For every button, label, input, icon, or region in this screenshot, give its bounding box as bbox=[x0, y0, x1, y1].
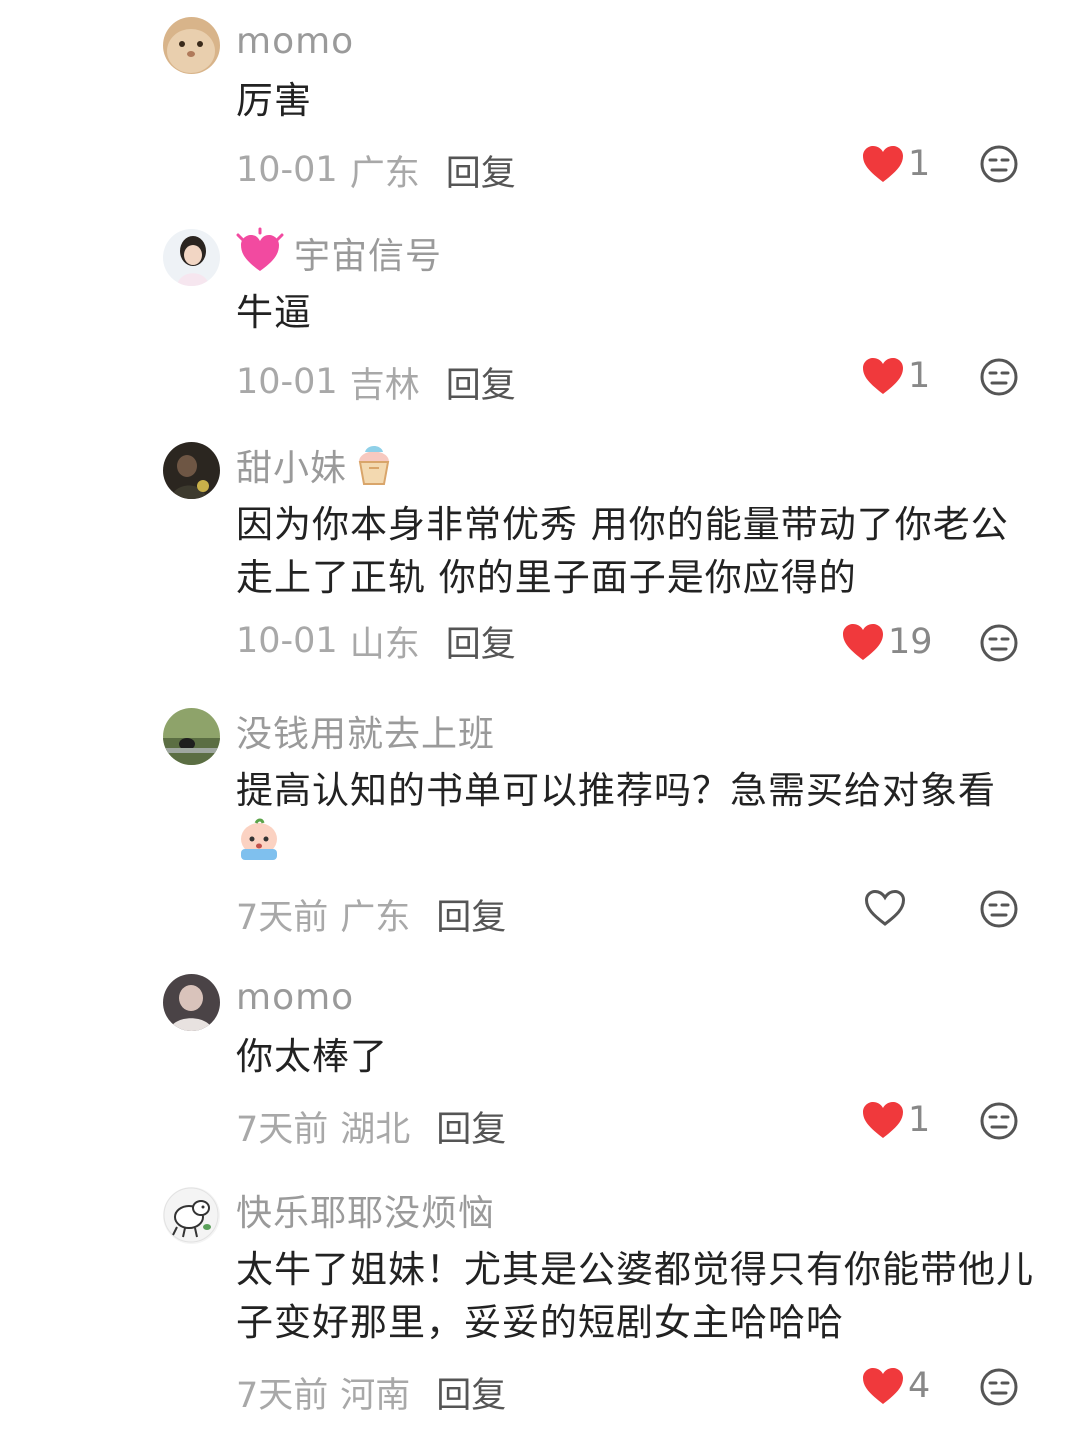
comment-time: 7天前 bbox=[236, 1375, 329, 1416]
reply-button[interactable]: 回复 bbox=[446, 357, 516, 408]
comment-time: 10-01 bbox=[236, 362, 338, 402]
dislike-face-icon[interactable] bbox=[979, 889, 1019, 929]
comment-text: 你太棒了 bbox=[236, 1035, 388, 1078]
comment-text: 提高认知的书单可以推荐吗？急需买给对象看 bbox=[236, 764, 1046, 877]
comment-time: 7天前 bbox=[236, 897, 329, 938]
username[interactable]: 没钱用就去上班 bbox=[236, 705, 495, 757]
heart-filled-icon bbox=[863, 1368, 903, 1404]
dislike-face-icon[interactable] bbox=[979, 623, 1019, 663]
like-button[interactable]: 1 bbox=[862, 352, 930, 400]
portrait-avatar[interactable] bbox=[163, 974, 220, 1031]
comment-location: 湖北 bbox=[340, 1109, 411, 1150]
comment-time: 10-01 bbox=[236, 150, 338, 190]
username[interactable]: 甜小妹 bbox=[236, 439, 347, 491]
landscape-avatar[interactable] bbox=[163, 708, 220, 765]
shaved-ice-icon bbox=[353, 440, 395, 490]
dislike-face-icon[interactable] bbox=[979, 1101, 1019, 1141]
comment-time: 10-01 bbox=[236, 621, 338, 661]
like-count: 4 bbox=[908, 1366, 931, 1406]
like-count: 1 bbox=[908, 1100, 931, 1140]
reply-button[interactable]: 回复 bbox=[436, 889, 506, 940]
comment-location: 河南 bbox=[340, 1375, 411, 1416]
comment-text: 太牛了姐妹！尤其是公婆都觉得只有你能带他儿子变好那里，妥妥的短剧女主哈哈哈 bbox=[236, 1248, 1034, 1344]
rabbit-avatar[interactable] bbox=[163, 17, 220, 74]
like-count: 1 bbox=[908, 144, 931, 184]
comment-text: 厉害 bbox=[236, 79, 312, 122]
dislike-face-icon[interactable] bbox=[979, 144, 1019, 184]
like-count: 1 bbox=[908, 356, 931, 396]
comment-location: 广东 bbox=[349, 153, 420, 194]
reply-button[interactable]: 回复 bbox=[446, 145, 516, 196]
heart-sparkle-icon bbox=[236, 227, 284, 279]
comment-location: 山东 bbox=[349, 624, 420, 665]
like-button[interactable]: 1 bbox=[862, 140, 930, 188]
dark-photo-avatar[interactable] bbox=[163, 442, 220, 499]
reply-button[interactable]: 回复 bbox=[436, 1367, 506, 1418]
username[interactable]: momo bbox=[236, 21, 354, 62]
username[interactable]: 快乐耶耶没烦恼 bbox=[236, 1184, 495, 1236]
girl-avatar[interactable] bbox=[163, 229, 220, 286]
like-button[interactable]: 19 bbox=[842, 618, 933, 666]
dislike-face-icon[interactable] bbox=[979, 1367, 1019, 1407]
like-button[interactable] bbox=[864, 884, 910, 932]
like-button[interactable]: 1 bbox=[862, 1096, 930, 1144]
heart-filled-icon bbox=[863, 1102, 903, 1138]
username[interactable]: 宇宙信号 bbox=[294, 227, 442, 279]
reply-button[interactable]: 回复 bbox=[446, 616, 516, 667]
comment-location: 广东 bbox=[340, 897, 411, 938]
comment-text: 因为你本身非常优秀 用你的能量带动了你老公走上了正轨 你的里子面子是你应得的 bbox=[236, 503, 1009, 599]
username[interactable]: momo bbox=[236, 977, 354, 1018]
like-button[interactable]: 4 bbox=[862, 1362, 930, 1410]
heart-outline-icon bbox=[864, 889, 906, 926]
comment-location: 吉林 bbox=[349, 365, 420, 406]
heart-filled-icon bbox=[863, 358, 903, 394]
comment-time: 7天前 bbox=[236, 1109, 329, 1150]
comment-text: 牛逼 bbox=[236, 291, 312, 334]
heart-filled-icon bbox=[863, 146, 903, 182]
dislike-face-icon[interactable] bbox=[979, 357, 1019, 397]
reply-button[interactable]: 回复 bbox=[436, 1101, 506, 1152]
crying-emoji-icon bbox=[236, 817, 282, 877]
cartoon-dog-avatar[interactable] bbox=[163, 1187, 220, 1244]
heart-filled-icon bbox=[843, 624, 883, 660]
like-count: 19 bbox=[888, 622, 933, 662]
